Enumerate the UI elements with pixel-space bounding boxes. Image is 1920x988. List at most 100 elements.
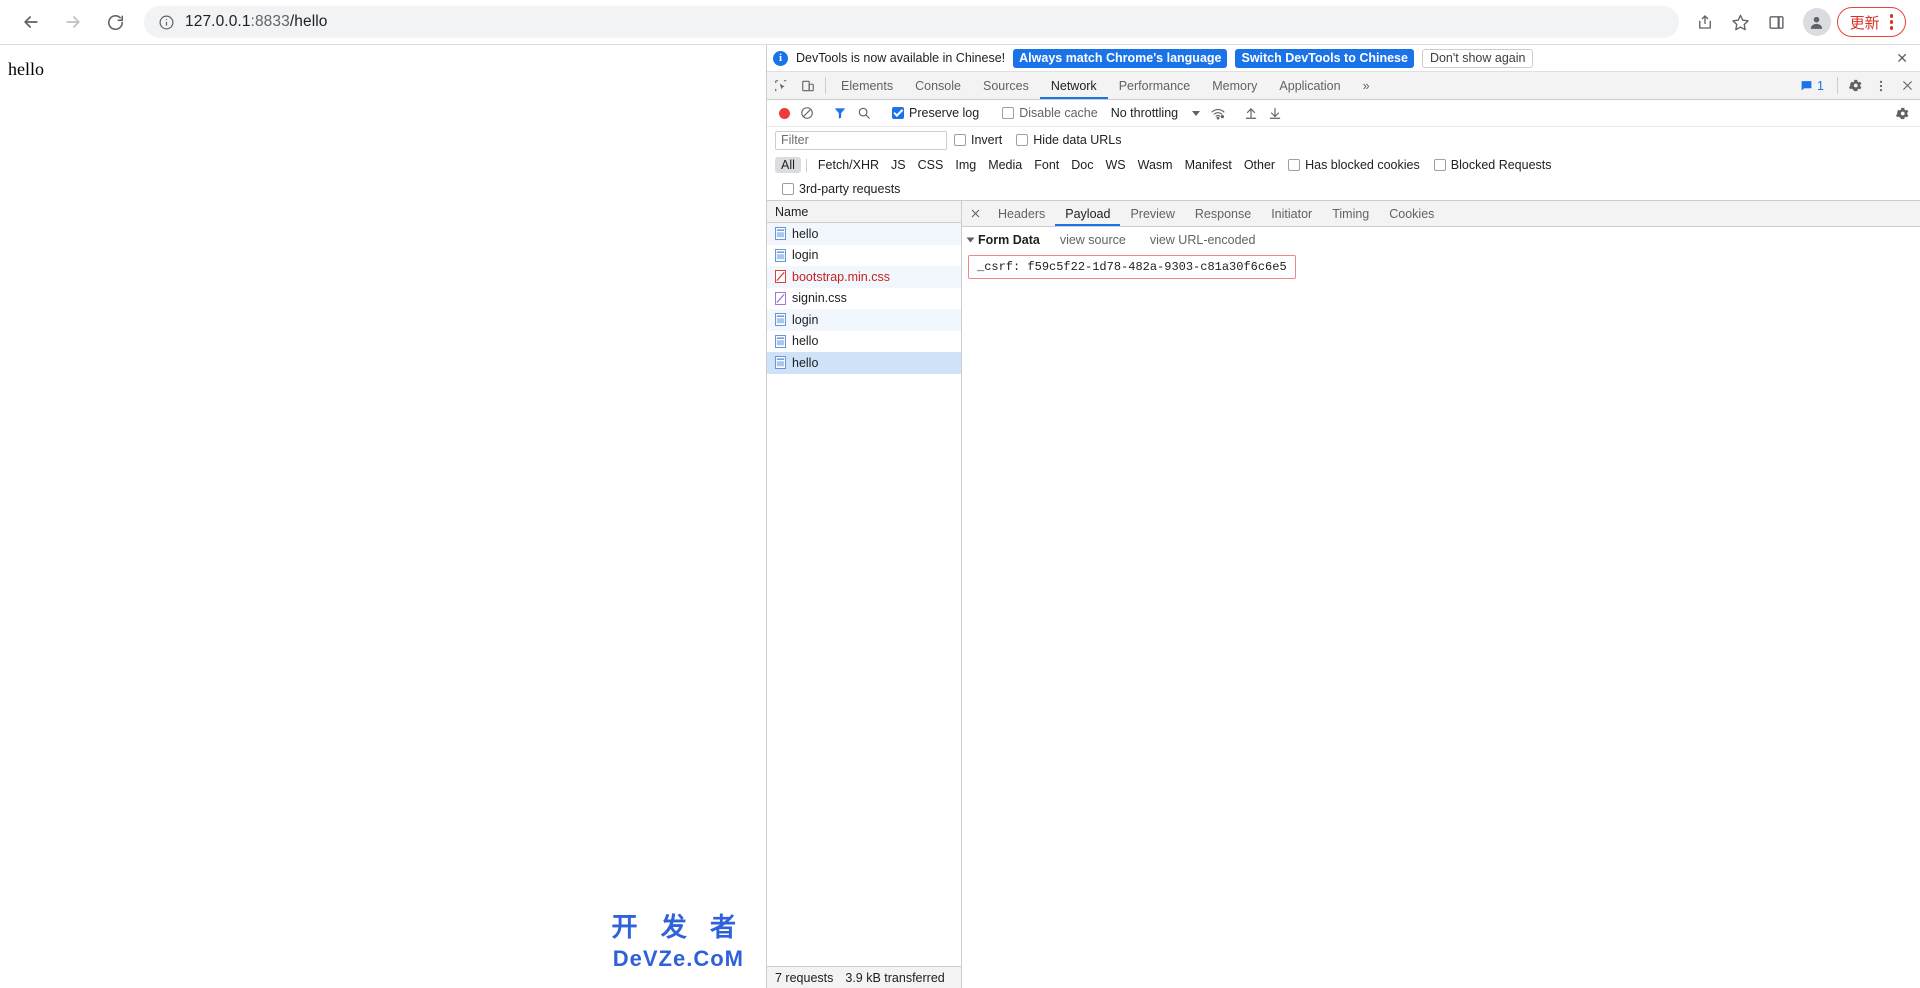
tab-network[interactable]: Network [1040, 72, 1108, 99]
request-name: signin.css [792, 291, 847, 306]
throttling-dropdown[interactable]: No throttling [1105, 106, 1206, 120]
devtools-more-options-button[interactable] [1868, 72, 1894, 99]
table-row[interactable]: hello [767, 223, 961, 245]
detail-tab-headers[interactable]: Headers [988, 201, 1055, 226]
type-filter-css[interactable]: CSS [912, 157, 950, 173]
type-filter-ws[interactable]: WS [1099, 157, 1131, 173]
type-filter-doc[interactable]: Doc [1065, 157, 1099, 173]
disable-cache-label: Disable cache [1019, 106, 1098, 120]
switch-devtools-language-button[interactable]: Switch DevTools to Chinese [1235, 48, 1414, 68]
transferred-size: 3.9 kB transferred [845, 970, 945, 985]
chrome-menu-icon[interactable] [1884, 14, 1899, 30]
network-filter-row: Invert Hide data URLs [767, 127, 1920, 153]
devtools-tabbar: Elements Console Sources Network Perform… [767, 72, 1920, 100]
record-network-button[interactable] [773, 107, 795, 119]
back-button[interactable] [14, 5, 48, 39]
dont-show-again-button[interactable]: Don't show again [1421, 48, 1534, 68]
tab-label: Sources [982, 78, 1029, 93]
detail-tab-initiator[interactable]: Initiator [1261, 201, 1322, 226]
more-tabs-icon[interactable]: » [1352, 72, 1381, 99]
tabbar-divider-2 [1837, 77, 1838, 94]
console-message-badge[interactable]: 1 [1793, 75, 1831, 96]
network-settings-button[interactable] [1890, 102, 1914, 124]
always-match-language-button[interactable]: Always match Chrome's language [1013, 48, 1228, 68]
page-body-text: hello [8, 59, 44, 79]
third-party-requests-checkbox[interactable]: 3rd-party requests [775, 182, 907, 196]
type-filter-font[interactable]: Font [1028, 157, 1065, 173]
tab-memory[interactable]: Memory [1201, 72, 1268, 99]
invert-label: Invert [971, 133, 1003, 147]
reload-button[interactable] [98, 5, 132, 39]
filter-input[interactable] [775, 130, 947, 150]
detail-tab-cookies[interactable]: Cookies [1379, 201, 1444, 226]
type-filter-js[interactable]: JS [885, 157, 912, 173]
type-filter-manifest[interactable]: Manifest [1179, 157, 1238, 173]
hide-data-urls-checkbox[interactable]: Hide data URLs [1009, 133, 1128, 147]
type-filter-wasm[interactable]: Wasm [1132, 157, 1179, 173]
checkbox-box [892, 107, 904, 119]
bookmark-button[interactable] [1725, 6, 1757, 38]
detail-tab-preview[interactable]: Preview [1120, 201, 1184, 226]
has-blocked-cookies-checkbox[interactable]: Has blocked cookies [1281, 158, 1427, 172]
share-button[interactable] [1689, 6, 1721, 38]
type-filter-media[interactable]: Media [982, 157, 1028, 173]
side-panel-icon [1769, 15, 1784, 29]
table-row[interactable]: bootstrap.min.css [767, 266, 961, 288]
third-party-filter-row: 3rd-party requests [767, 177, 1920, 201]
export-har-button[interactable] [1263, 102, 1287, 124]
gear-icon [1848, 79, 1861, 92]
profile-avatar[interactable] [1802, 8, 1831, 36]
tab-elements[interactable]: Elements [830, 72, 904, 99]
type-filter-fetch-xhr[interactable]: Fetch/XHR [812, 157, 885, 173]
invert-checkbox[interactable]: Invert [947, 133, 1009, 147]
document-icon [775, 248, 786, 262]
url-host: 127.0.0.1 [185, 13, 251, 30]
type-filter-img[interactable]: Img [949, 157, 982, 173]
blocked-requests-checkbox[interactable]: Blocked Requests [1427, 158, 1559, 172]
forward-button[interactable] [56, 5, 90, 39]
detail-close-button[interactable] [962, 201, 988, 226]
form-data-section-header[interactable]: Form Data view source view URL-encoded [962, 233, 1920, 247]
disable-cache-checkbox[interactable]: Disable cache [995, 106, 1105, 120]
device-toolbar-icon[interactable] [794, 72, 821, 99]
address-bar[interactable]: 127.0.0.1:8833/hello [144, 6, 1679, 38]
download-arrow-icon [1269, 107, 1281, 119]
detail-tab-response[interactable]: Response [1185, 201, 1261, 226]
tab-sources[interactable]: Sources [972, 72, 1040, 99]
banner-close-icon[interactable]: ✕ [1894, 50, 1910, 67]
table-row[interactable]: hello [767, 352, 961, 374]
preserve-log-checkbox[interactable]: Preserve log [885, 106, 986, 120]
clear-network-button[interactable] [795, 102, 819, 124]
request-list-header[interactable]: Name [767, 201, 961, 223]
side-panel-button[interactable] [1761, 6, 1793, 38]
inspect-element-icon[interactable] [767, 72, 794, 99]
type-filter-other[interactable]: Other [1238, 157, 1281, 173]
clear-circle-slash-icon [801, 107, 813, 119]
view-source-link[interactable]: view source [1060, 233, 1126, 247]
devtools-settings-button[interactable] [1842, 72, 1868, 99]
table-row[interactable]: login [767, 309, 961, 331]
tab-console[interactable]: Console [904, 72, 972, 99]
tab-application[interactable]: Application [1268, 72, 1351, 99]
table-row[interactable]: hello [767, 331, 961, 353]
form-data-field[interactable]: _csrf: f59c5f22-1d78-482a-9303-c81a30f6c… [968, 255, 1296, 279]
search-network-button[interactable] [852, 102, 876, 124]
type-filter-all[interactable]: All [775, 157, 801, 173]
detail-tab-timing[interactable]: Timing [1322, 201, 1379, 226]
chevron-down-icon[interactable] [966, 237, 975, 243]
request-list[interactable]: hello login bootstrap.min.css signin.css [767, 223, 961, 966]
import-har-button[interactable] [1239, 102, 1263, 124]
request-name: hello [792, 355, 819, 370]
update-button[interactable]: 更新 [1836, 7, 1906, 37]
request-list-pane: Name hello login bootstrap.min.css signi… [767, 201, 962, 988]
devtools-close-button[interactable] [1894, 72, 1920, 99]
site-info-icon[interactable] [158, 14, 175, 31]
filter-toggle-button[interactable] [828, 102, 852, 124]
tab-performance[interactable]: Performance [1108, 72, 1202, 99]
detail-tab-payload[interactable]: Payload [1055, 201, 1120, 226]
view-url-encoded-link[interactable]: view URL-encoded [1150, 233, 1256, 247]
network-conditions-button[interactable] [1206, 102, 1230, 124]
table-row[interactable]: login [767, 245, 961, 267]
resource-type-filters: All Fetch/XHR JS CSS Img Media Font Doc … [767, 153, 1920, 177]
table-row[interactable]: signin.css [767, 288, 961, 310]
